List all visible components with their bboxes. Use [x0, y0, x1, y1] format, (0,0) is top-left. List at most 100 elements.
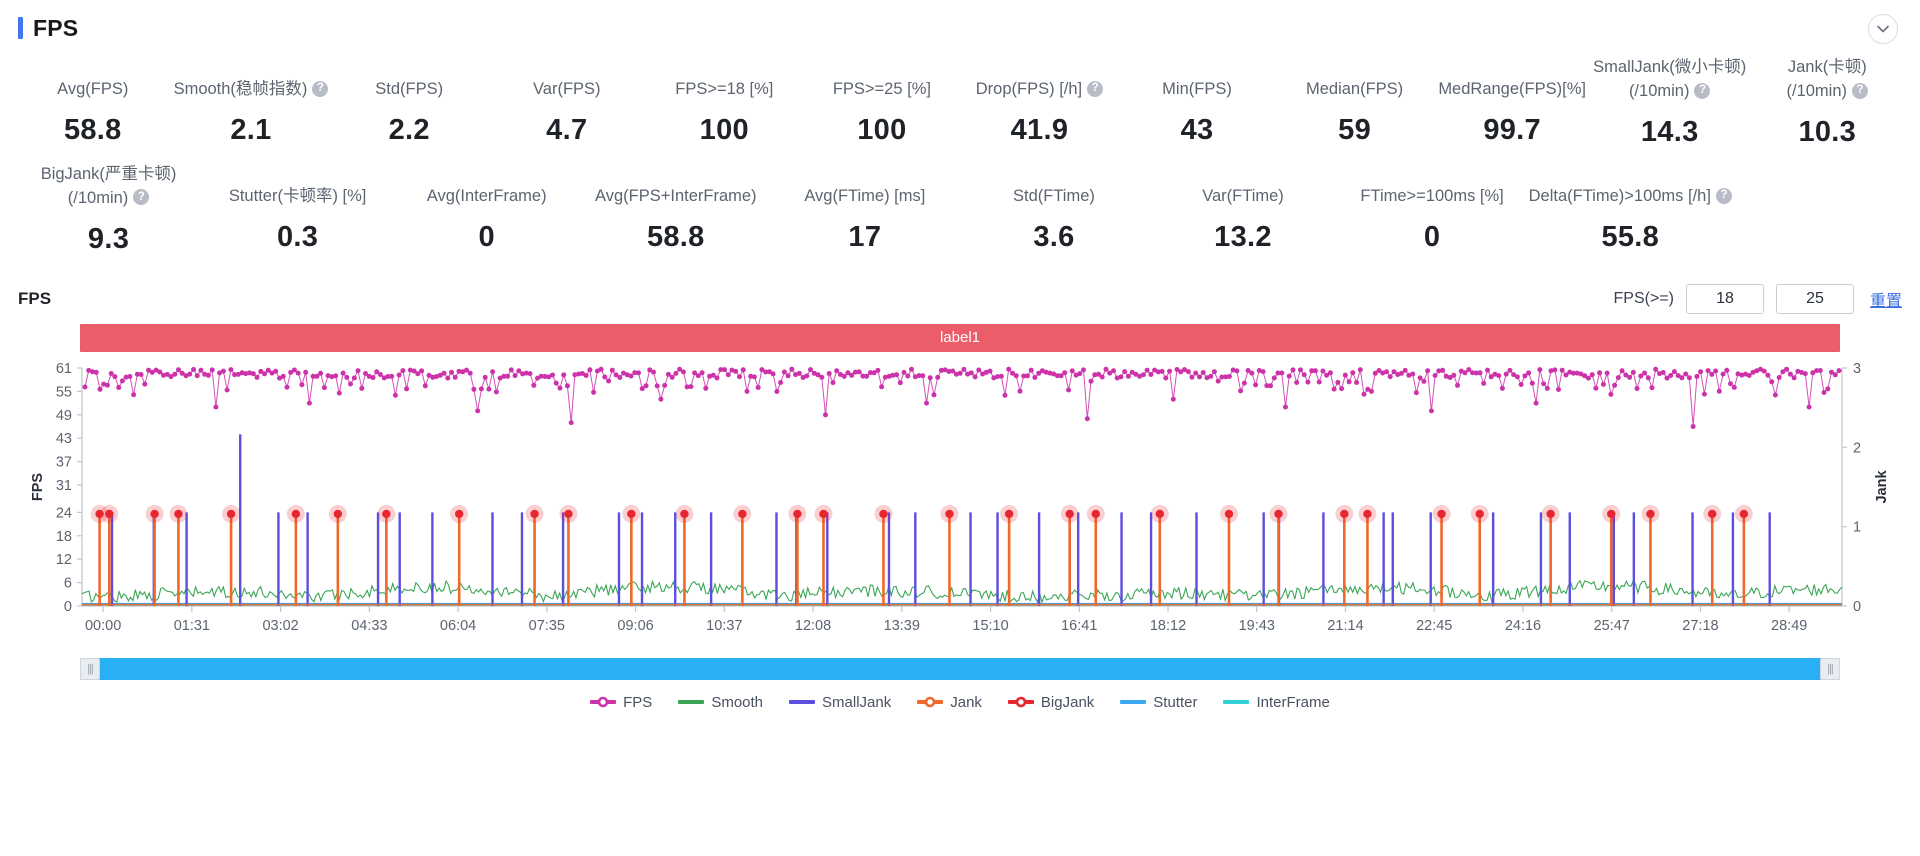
legend-marker-icon [590, 696, 617, 708]
fps-point [493, 389, 499, 395]
fps-point [1387, 373, 1393, 379]
fps-point [475, 408, 481, 414]
metric-label-line: MedRange(FPS)[%] [1438, 80, 1586, 99]
help-icon[interactable]: ? [1087, 80, 1104, 97]
fps-point [1032, 374, 1038, 380]
legend-label: BigJank [1040, 693, 1095, 711]
fps-point [198, 367, 204, 373]
fps-point [389, 373, 395, 379]
legend-label: Smooth [711, 693, 764, 711]
help-icon[interactable]: ? [1715, 187, 1732, 204]
metric-label-line: FPS>=18 [%] [675, 80, 774, 99]
fps-point [1481, 380, 1487, 386]
help-icon[interactable]: ? [1852, 82, 1869, 99]
metric-label: Std(FPS) [332, 56, 486, 104]
metric-label-line: BigJank(严重卡顿) [40, 164, 177, 183]
legend-item[interactable]: Stutter [1120, 694, 1197, 711]
fps-point [1746, 372, 1752, 378]
collapse-toggle-button[interactable] [1868, 14, 1898, 44]
help-icon[interactable]: ? [133, 189, 150, 206]
bigjank-marker [1274, 509, 1283, 518]
fps-point [561, 372, 567, 378]
fps-point [321, 384, 327, 390]
fps-point [1234, 368, 1240, 374]
legend-marker-icon [1120, 700, 1147, 705]
help-icon[interactable]: ? [1694, 82, 1711, 99]
fps-point [1103, 366, 1109, 372]
fps-point [1066, 387, 1072, 393]
legend-item[interactable]: Smooth [678, 694, 763, 711]
bigjank-marker [291, 509, 301, 518]
metric-label: MedRange(FPS)[%] [1435, 56, 1589, 104]
fps-point [486, 386, 492, 392]
fps-point [1167, 368, 1173, 374]
fps-point [348, 381, 353, 387]
fps-point [1462, 369, 1468, 375]
bigjank-marker [226, 509, 236, 518]
fps-plot-svg[interactable]: 061218243137434955610123FPS Jank00:00 01:3… [20, 360, 1904, 650]
fps-point [905, 373, 911, 379]
metric-label-line: (/10min)? [68, 187, 150, 211]
fps-point [591, 389, 597, 395]
fps-point [654, 383, 660, 389]
metric-cell: Var(FTime) 13.2 [1148, 163, 1337, 270]
metric-label: Std(FTime) [961, 163, 1146, 211]
fps-point [1615, 374, 1621, 380]
fps-point [1312, 367, 1318, 373]
fps-point [191, 366, 196, 372]
fps-point [1728, 380, 1733, 386]
range-handle-left[interactable]: ||| [80, 657, 100, 680]
metric-cell: Avg(FPS) 58.8 [14, 56, 172, 163]
fps-point [998, 373, 1004, 379]
metric-cell: FTime>=100ms [%] 0 [1338, 163, 1527, 270]
fps-point [303, 369, 309, 375]
fps-point [1279, 370, 1285, 376]
metric-label-line: Avg(InterFrame) [426, 186, 547, 205]
fps-point [770, 371, 776, 377]
svg-text:21:14: 21:14 [1327, 618, 1363, 634]
legend-item[interactable]: SmallJank [789, 694, 891, 711]
bigjank-marker [564, 509, 573, 518]
fps-point [598, 366, 604, 372]
bigjank-marker [1607, 509, 1616, 518]
legend-marker-icon [678, 700, 705, 705]
fps-point [1772, 392, 1778, 398]
metric-label-line: Min(FPS) [1162, 80, 1232, 99]
fps-point [931, 392, 937, 398]
reset-link[interactable]: 重置 [1870, 287, 1902, 311]
fps-point [449, 369, 454, 375]
bigjank-marker [454, 509, 464, 518]
fps-point [1017, 388, 1023, 394]
range-handle-right[interactable]: ||| [1820, 657, 1840, 680]
fps-point [1690, 423, 1696, 429]
bigjank-marker [1546, 509, 1555, 518]
fps-point [1327, 369, 1333, 375]
bigjank-marker [105, 509, 114, 518]
svg-text:10:37: 10:37 [706, 618, 742, 634]
fps-point [1006, 366, 1012, 372]
series-smooth [81, 579, 1843, 604]
time-range-scrollbar[interactable]: ||| ||| [80, 657, 1840, 680]
legend-item[interactable]: BigJank [1007, 693, 1095, 711]
fps-point [138, 371, 144, 377]
metrics-row-2: BigJank(严重卡顿) (/10min)? 9.3 Stutter(卡顿率) [%… [14, 163, 1734, 270]
fps-point [617, 374, 623, 380]
fps-point [819, 374, 825, 380]
metric-label: Drop(FPS) [/h]? [963, 56, 1117, 104]
plot-area[interactable]: 0 6 12 18 24 31 37 43 49 55 61 0 1 2 3 FPS Jank 00:00 01:3… [20, 360, 1902, 650]
legend-item[interactable]: FPS [590, 694, 652, 711]
fps-point [1593, 385, 1599, 391]
legend-item[interactable]: Jank [917, 694, 982, 711]
label-band[interactable]: label1 [80, 323, 1840, 352]
metric-value: 0 [478, 220, 495, 253]
legend-item[interactable]: InterFrame [1223, 694, 1330, 711]
fps-point [1787, 371, 1793, 377]
metric-label-line: Jank(卡顿) [1787, 58, 1867, 76]
fps-point [1649, 384, 1655, 390]
fps-point [1357, 366, 1363, 372]
help-icon[interactable]: ? [312, 80, 329, 97]
fps-threshold-input-2[interactable] [1775, 283, 1854, 314]
fps-point [82, 384, 88, 390]
metric-label-line: SmallJank(微小卡顿) [1593, 58, 1747, 76]
fps-threshold-input-1[interactable] [1685, 283, 1764, 314]
